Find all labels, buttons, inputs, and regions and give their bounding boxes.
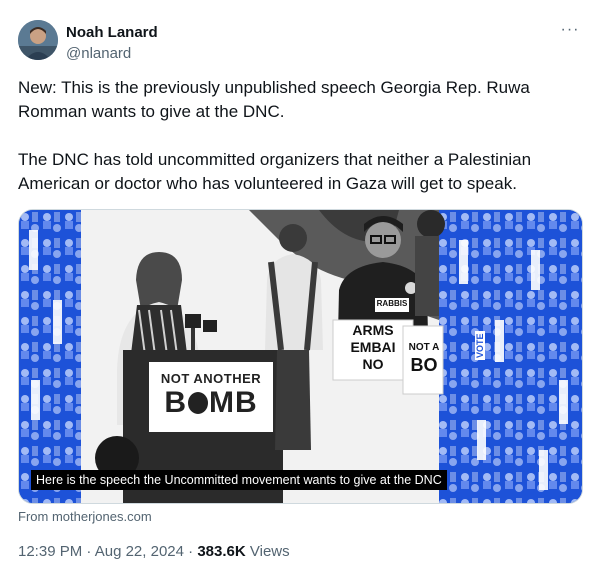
second-sign-line2: BO [410,355,438,375]
second-protest-sign: NOT A BO [406,342,442,376]
display-name[interactable]: Noah Lanard [66,23,158,42]
podium-sign-mb: MB [209,386,258,419]
protest-sign-line1: ARMS [352,322,394,338]
media-card[interactable]: NOT ANOTHER B MB ARMS EMBAI NO NOT A BO R… [18,209,583,504]
tweet-date[interactable]: Aug 22, 2024 [95,543,184,560]
views-count[interactable]: 383.6K [197,543,245,560]
meta-separator: · [86,543,92,560]
tweet: Noah Lanard @nlanard ··· New: This is th… [0,0,598,575]
tweet-meta: 12:39 PM · Aug 22, 2024 · 383.6K Views [18,542,290,562]
author-block: Noah Lanard @nlanard [66,23,158,63]
video-caption: Here is the speech the Uncommitted movem… [31,470,447,490]
tweet-header: Noah Lanard @nlanard ··· [18,20,584,64]
views-label: Views [249,543,290,560]
podium-sign-b: B [164,386,187,419]
user-handle[interactable]: @nlanard [66,44,158,63]
more-horizontal-icon: ··· [560,21,580,38]
podium-sign-line2: B MB [149,386,273,420]
meta-separator: · [188,543,194,560]
bomb-flower-icon [188,392,208,414]
protest-sign-line2: EMBAI [350,339,396,355]
tweet-paragraph: New: This is the previously unpublished … [18,78,530,121]
podium-sign-line1: NOT ANOTHER [160,371,262,386]
tweet-time[interactable]: 12:39 PM [18,543,82,560]
side-poster-vote: VOTE [475,331,485,360]
tweet-paragraph: The DNC has told uncommitted organizers … [18,150,532,193]
second-sign-line1: NOT A [408,342,440,353]
protest-sign-line3: NO [362,356,384,372]
more-options-button[interactable]: ··· [558,22,582,42]
avatar[interactable] [18,20,58,60]
tweet-text: New: This is the previously unpublished … [18,76,578,196]
card-source-link[interactable]: From motherjones.com [18,509,152,525]
podium-sign: NOT ANOTHER B MB [149,362,273,432]
shirt-text: RABBIS [376,299,408,308]
protest-sign: ARMS EMBAI NO [333,322,413,373]
video-thumbnail [19,210,582,503]
